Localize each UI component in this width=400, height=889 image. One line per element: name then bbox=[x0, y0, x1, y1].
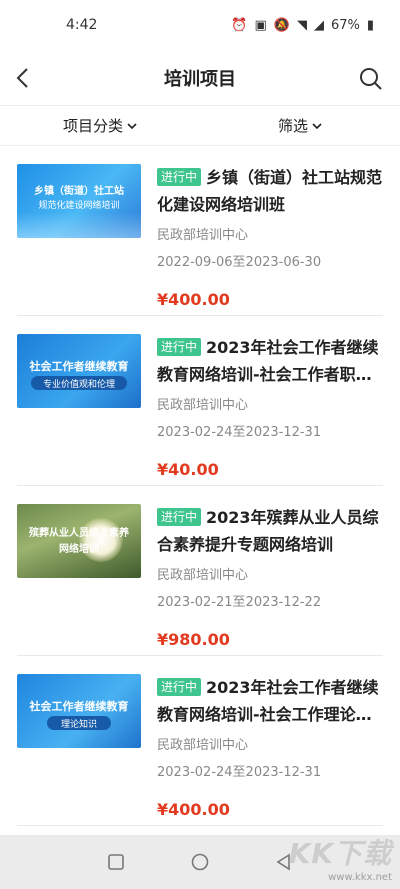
course-price: ¥400.00 bbox=[157, 800, 230, 819]
watermark: KK下载 www.kkx.net bbox=[289, 832, 392, 883]
course-title: 进行中 2023年殡葬从业人员综合素养提升专题网络培训 bbox=[157, 508, 379, 554]
course-dates: 2023-02-24至2023-12-31 bbox=[157, 425, 322, 440]
thumbnail-text: 殡葬从业人员综合素养 bbox=[29, 528, 129, 539]
status-icons: ⏰ ▣ 🔕 ◥ ◢ 67% ▮ bbox=[231, 18, 374, 33]
filter-bar: 项目分类 筛选 bbox=[0, 106, 400, 146]
thumbnail-text: 社会工作者继续教育 bbox=[29, 360, 129, 373]
thumbnail-text: 社会工作者继续教育 bbox=[29, 700, 129, 713]
screen-filter-label: 筛选 bbox=[277, 117, 308, 135]
category-filter-label: 项目分类 bbox=[62, 117, 123, 135]
status-badge: 进行中 bbox=[157, 678, 202, 696]
course-org: 民政部培训中心 bbox=[157, 228, 249, 243]
course-thumbnail: 社会工作者继续教育 专业价值观和伦理 bbox=[17, 334, 141, 408]
course-thumbnail: 乡镇（街道）社工站 规范化建设网络培训 bbox=[17, 164, 141, 238]
status-bar: 4:42 ⏰ ▣ 🔕 ◥ ◢ 67% ▮ bbox=[0, 0, 400, 50]
watermark-logo: KK下载 bbox=[288, 837, 392, 870]
thumbnail-subtext: 专业价值观和伦理 bbox=[42, 380, 115, 390]
thumbnail-subtext: 理论知识 bbox=[60, 720, 97, 730]
course-org: 民政部培训中心 bbox=[157, 738, 249, 753]
search-icon[interactable] bbox=[358, 64, 384, 92]
sim-icon: ▣ bbox=[254, 17, 267, 33]
recents-icon[interactable] bbox=[106, 852, 126, 872]
status-badge: 进行中 bbox=[157, 168, 202, 186]
signal-icon: ◢ bbox=[313, 17, 324, 33]
battery-icon: ▮ bbox=[366, 17, 374, 33]
thumbnail-subtext: 网络培训 bbox=[59, 544, 99, 555]
screen-filter[interactable]: 筛选 bbox=[200, 115, 400, 136]
app-header: 培训项目 bbox=[0, 50, 400, 106]
course-thumbnail: 殡葬从业人员综合素养 网络培训 bbox=[17, 504, 141, 578]
course-price: ¥400.00 bbox=[157, 290, 230, 309]
course-price: ¥980.00 bbox=[157, 630, 230, 649]
course-dates: 2022-09-06至2023-06-30 bbox=[157, 255, 322, 270]
mute-icon: 🔕 bbox=[273, 17, 290, 33]
course-card[interactable]: 乡镇（街道）社工站 规范化建设网络培训 进行中 乡镇（街道）社工站规范化建设网络培… bbox=[17, 146, 383, 316]
home-icon[interactable] bbox=[190, 852, 210, 872]
alarm-icon: ⏰ bbox=[231, 17, 248, 33]
course-dates: 2023-02-21至2023-12-22 bbox=[157, 595, 322, 610]
course-title: 进行中2023年社会工作者继续教育网络培训-社会工作理论知识 bbox=[157, 678, 379, 724]
category-filter[interactable]: 项目分类 bbox=[0, 115, 200, 136]
course-thumbnail: 社会工作者继续教育 理论知识 bbox=[17, 674, 141, 748]
course-list: 乡镇（街道）社工站 规范化建设网络培训 进行中 乡镇（街道）社工站规范化建设网络培… bbox=[0, 146, 400, 826]
status-time: 4:42 bbox=[66, 17, 98, 33]
course-title: 进行中 乡镇（街道）社工站规范化建设网络培训班 bbox=[157, 168, 383, 214]
course-org: 民政部培训中心 bbox=[157, 568, 249, 583]
course-card[interactable]: 社会工作者继续教育 专业价值观和伦理 进行中 2023年社会工作者继续教育网络培训… bbox=[17, 316, 383, 486]
course-dates: 2023-02-24至2023-12-31 bbox=[157, 765, 322, 780]
thumbnail-subtext: 规范化建设网络培训 bbox=[38, 201, 120, 211]
status-badge: 进行中 bbox=[157, 508, 202, 526]
battery-percent: 67% bbox=[330, 17, 360, 33]
course-card[interactable]: 社会工作者继续教育 理论知识 进行中 2023年社会工作者继续教育网络培训-社会工… bbox=[17, 656, 383, 826]
back-icon[interactable] bbox=[12, 64, 36, 92]
wifi-icon: ◥ bbox=[296, 17, 307, 33]
status-badge: 进行中 bbox=[157, 338, 202, 356]
chevron-down-icon bbox=[127, 122, 137, 129]
watermark-url: www.kkx.net bbox=[328, 872, 392, 883]
course-title: 进行中2023年社会工作者继续教育网络培训-社会工作者职业道德 bbox=[157, 338, 379, 384]
page-title: 培训项目 bbox=[164, 68, 236, 90]
course-org: 民政部培训中心 bbox=[157, 398, 249, 413]
course-price: ¥40.00 bbox=[157, 460, 219, 479]
course-card[interactable]: 殡葬从业人员综合素养 网络培训 进行中 2023年殡葬从业人员综合素养提升专题网络… bbox=[17, 486, 383, 656]
thumbnail-text: 乡镇（街道）社工站 bbox=[34, 186, 124, 197]
chevron-down-icon bbox=[312, 122, 322, 129]
